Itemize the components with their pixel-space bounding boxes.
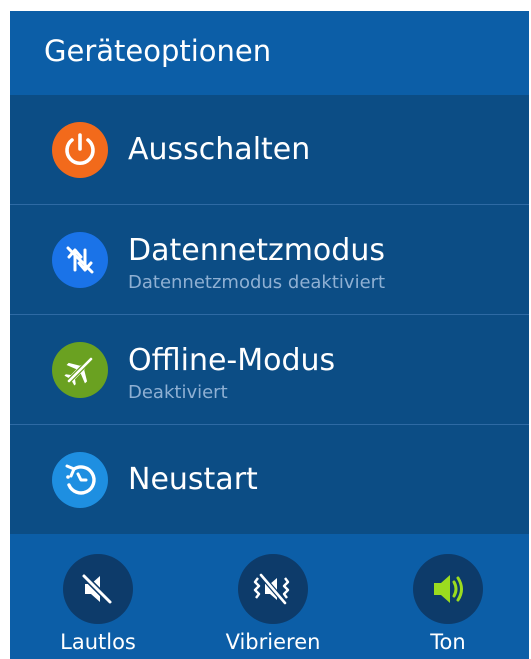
sound-mode-label: Lautlos (60, 630, 136, 654)
device-options-dialog: Geräteoptionen Ausschalten Datennetzmodu… (10, 11, 529, 659)
menu-item-restart[interactable]: Neustart (10, 425, 529, 535)
sound-mode-bar: Lautlos Vibrieren Ton (10, 534, 529, 659)
sound-mode-mute-button[interactable]: Lautlos (28, 534, 168, 659)
sound-mode-label: Vibrieren (225, 630, 321, 654)
data-network-off-icon (52, 232, 108, 288)
menu-item-label: Offline-Modus (128, 343, 336, 378)
vibrate-icon (238, 554, 308, 624)
sound-on-icon (413, 554, 483, 624)
menu-item-status: Datennetzmodus deaktiviert (128, 272, 386, 293)
menu-item-power-off[interactable]: Ausschalten (10, 95, 529, 205)
restart-icon (52, 452, 108, 508)
menu-item-data-network[interactable]: Datennetzmodus Datennetzmodus deaktivier… (10, 205, 529, 315)
sound-mode-sound-button[interactable]: Ton (378, 534, 518, 659)
airplane-off-icon (52, 342, 108, 398)
sound-mode-label: Ton (430, 630, 466, 654)
menu-item-label: Ausschalten (128, 132, 311, 167)
dialog-title: Geräteoptionen (44, 34, 272, 68)
menu-item-label: Neustart (128, 462, 258, 497)
menu-item-status: Deaktiviert (128, 382, 228, 403)
menu-item-label: Datennetzmodus (128, 233, 385, 268)
mute-icon (63, 554, 133, 624)
sound-mode-vibrate-button[interactable]: Vibrieren (203, 534, 343, 659)
power-icon (52, 122, 108, 178)
dialog-header: Geräteoptionen (10, 11, 529, 95)
menu-item-offline-mode[interactable]: Offline-Modus Deaktiviert (10, 315, 529, 425)
